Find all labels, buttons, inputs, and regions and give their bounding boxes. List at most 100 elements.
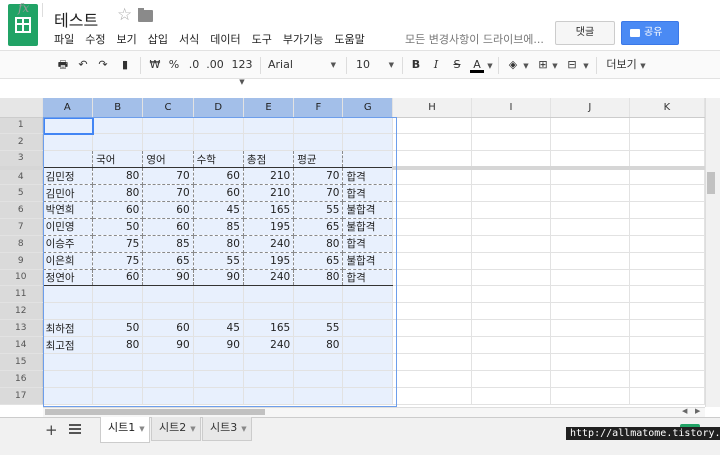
folder-icon[interactable] xyxy=(138,8,153,22)
cell[interactable] xyxy=(471,302,551,321)
cell[interactable]: 불합격 xyxy=(342,201,394,219)
cell[interactable] xyxy=(392,184,473,202)
cell[interactable] xyxy=(243,117,295,135)
cell[interactable] xyxy=(629,319,705,338)
add-sheet-icon[interactable]: + xyxy=(45,421,58,439)
cell[interactable] xyxy=(629,302,705,321)
row-header[interactable]: 16 xyxy=(0,370,43,388)
cell[interactable] xyxy=(550,370,630,388)
cell[interactable] xyxy=(392,218,473,236)
formula-input[interactable] xyxy=(48,80,698,97)
cell[interactable]: 65 xyxy=(142,252,194,270)
scroll-left-icon[interactable]: ◀ xyxy=(682,407,687,415)
cell[interactable] xyxy=(342,387,394,405)
chevron-down-icon[interactable]: ▼ xyxy=(139,425,144,433)
merge-cells-icon[interactable]: ⊟ xyxy=(564,57,580,73)
cell[interactable] xyxy=(42,370,94,388)
cell[interactable] xyxy=(471,150,551,170)
cell[interactable] xyxy=(342,117,394,135)
spreadsheet-grid[interactable]: A B C D E F G H I J K 1 2 3 국어 영어 수학 총점 평균 4 김민정 80 70 60 210 70 합… xyxy=(0,98,705,407)
cell[interactable]: 240 xyxy=(243,336,295,354)
cell[interactable] xyxy=(471,387,551,405)
cell[interactable] xyxy=(392,167,473,186)
cell[interactable] xyxy=(471,370,551,388)
cell[interactable] xyxy=(42,387,94,405)
cell[interactable]: 70 xyxy=(293,167,344,186)
cell[interactable]: 80 xyxy=(293,235,344,253)
cell[interactable]: 70 xyxy=(293,184,344,202)
cell[interactable] xyxy=(42,285,94,304)
cell[interactable]: 90 xyxy=(142,269,194,287)
cell[interactable] xyxy=(392,269,473,287)
font-select[interactable]: Arial ▼ xyxy=(268,57,338,73)
cell[interactable] xyxy=(243,285,295,304)
cell[interactable] xyxy=(92,285,144,304)
row-header[interactable]: 15 xyxy=(0,353,43,371)
cell[interactable] xyxy=(629,133,705,152)
cell[interactable] xyxy=(193,370,244,388)
cell[interactable]: 195 xyxy=(243,252,295,270)
cell[interactable] xyxy=(471,336,551,354)
cell[interactable] xyxy=(629,184,705,202)
cell[interactable] xyxy=(629,218,705,236)
row-header[interactable]: 13 xyxy=(0,319,43,338)
sheet-tab-2[interactable]: 시트2 ▼ xyxy=(151,417,201,441)
cell[interactable] xyxy=(193,117,244,135)
cell[interactable] xyxy=(629,252,705,270)
cell[interactable] xyxy=(550,252,630,270)
cell[interactable] xyxy=(550,184,630,202)
text-color-button[interactable]: A xyxy=(470,57,484,73)
chevron-down-icon[interactable]: ▼ xyxy=(551,57,559,73)
cell[interactable] xyxy=(342,353,394,371)
cell[interactable]: 165 xyxy=(243,319,295,338)
cell[interactable]: 70 xyxy=(142,184,194,202)
cell[interactable]: 50 xyxy=(92,218,144,236)
cell[interactable] xyxy=(550,235,630,253)
share-button[interactable]: 공유 xyxy=(621,21,679,45)
cell[interactable] xyxy=(550,319,630,338)
column-header[interactable]: A xyxy=(42,98,94,118)
cell[interactable]: 195 xyxy=(243,218,295,236)
row-header[interactable]: 17 xyxy=(0,387,43,405)
cell[interactable] xyxy=(342,285,394,304)
bold-button[interactable]: B xyxy=(410,57,422,73)
cell[interactable]: 정연아 xyxy=(42,269,94,287)
cell[interactable] xyxy=(629,117,705,135)
cell[interactable] xyxy=(92,387,144,405)
cell[interactable]: 240 xyxy=(243,235,295,253)
comments-button[interactable]: 댓글 xyxy=(555,21,615,45)
cell[interactable] xyxy=(342,319,394,338)
cell[interactable] xyxy=(392,302,473,321)
row-header[interactable]: 9 xyxy=(0,252,43,270)
cell[interactable] xyxy=(293,353,344,371)
cell[interactable]: 합격 xyxy=(342,269,394,287)
cell[interactable]: 240 xyxy=(243,269,295,287)
cell[interactable]: 60 xyxy=(142,218,194,236)
borders-icon[interactable]: ⊞ xyxy=(536,57,550,73)
row-header[interactable]: 7 xyxy=(0,218,43,236)
column-header[interactable]: G xyxy=(342,98,394,118)
cell[interactable]: 55 xyxy=(193,252,244,270)
menu-addons[interactable]: 부가기능 xyxy=(283,31,323,47)
cell[interactable] xyxy=(392,235,473,253)
cell[interactable]: 영어 xyxy=(142,150,194,169)
print-icon[interactable]: 🖶 xyxy=(57,57,69,73)
cell[interactable] xyxy=(42,302,94,321)
cell[interactable] xyxy=(471,201,551,219)
cell[interactable]: 60 xyxy=(142,201,194,219)
cell[interactable]: 210 xyxy=(243,184,295,202)
cell[interactable] xyxy=(392,150,473,170)
sheet-tab-1[interactable]: 시트1 ▼ xyxy=(100,417,150,443)
cell[interactable] xyxy=(193,387,244,405)
cell[interactable] xyxy=(550,336,630,354)
cell[interactable]: 합격 xyxy=(342,167,394,186)
cell[interactable] xyxy=(392,353,473,371)
cell[interactable] xyxy=(629,201,705,219)
cell[interactable] xyxy=(550,285,630,304)
cell[interactable] xyxy=(629,235,705,253)
cell[interactable] xyxy=(471,218,551,236)
cell[interactable]: 합격 xyxy=(342,235,394,253)
cell[interactable] xyxy=(471,235,551,253)
cell[interactable]: 80 xyxy=(92,336,144,354)
cell[interactable] xyxy=(243,353,295,371)
